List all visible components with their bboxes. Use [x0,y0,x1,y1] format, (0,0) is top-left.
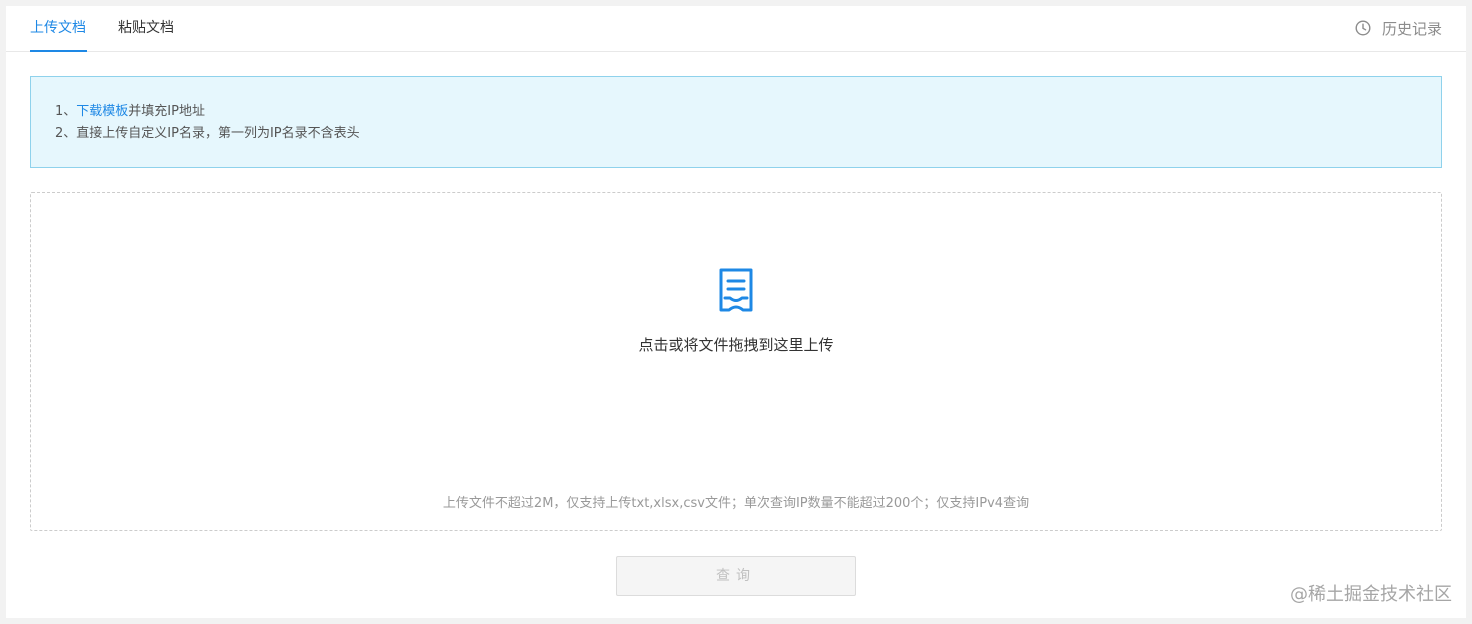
clock-icon [1355,20,1371,36]
tab-upload-document[interactable]: 上传文档 [30,18,86,38]
upload-limits-hint: 上传文件不超过2M，仅支持上传txt,xlsx,csv文件；单次查询IP数量不能… [442,496,1030,511]
upload-panel: 上传文档 粘贴文档 历史记录 1、下载模板并填充IP地址 2、直接上传自定义IP… [6,6,1466,618]
tab-bar: 上传文档 粘贴文档 历史记录 [6,6,1466,52]
history-button[interactable]: 历史记录 [1355,18,1442,38]
download-template-link[interactable]: 下载模板 [76,104,128,119]
instruction-line-1: 1、下载模板并填充IP地址 [55,101,1441,123]
instruction-line-2: 2、直接上传自定义IP名录，第一列为IP名录不含表头 [55,126,360,141]
history-label: 历史记录 [1381,19,1442,38]
drop-zone-text: 点击或将文件拖拽到这里上传 [638,336,834,354]
watermark: @稀土掘金技术社区 [1290,584,1452,605]
tab-paste-document[interactable]: 粘贴文档 [118,18,174,38]
query-button[interactable]: 查询 [616,556,856,596]
instruction-1-number: 1、 [55,104,77,119]
active-tab-indicator [30,50,87,52]
file-drop-zone[interactable]: 点击或将文件拖拽到这里上传 上传文件不超过2M，仅支持上传txt,xlsx,cs… [30,192,1442,531]
instructions-box: 1、下载模板并填充IP地址 2、直接上传自定义IP名录，第一列为IP名录不含表头 [30,76,1442,168]
document-icon [719,268,753,312]
instruction-1-text: 并填充IP地址 [128,104,205,119]
